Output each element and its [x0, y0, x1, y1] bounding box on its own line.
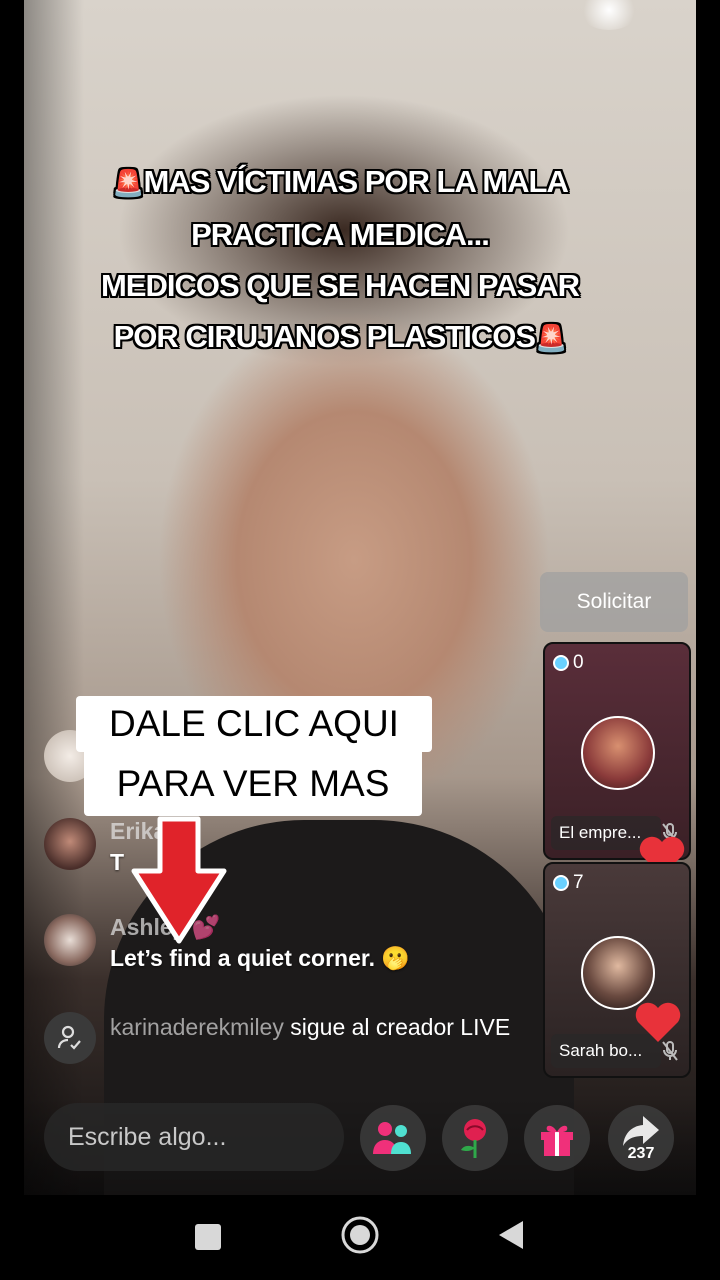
- user-check-icon: [44, 1012, 96, 1064]
- ceiling-light: [579, 0, 639, 30]
- face-emoji-icon: 🫢: [381, 945, 411, 971]
- coin-icon: [553, 875, 569, 891]
- invite-users-button[interactable]: [360, 1105, 426, 1171]
- guest-tile[interactable]: 7 Sarah bo...: [543, 862, 691, 1078]
- back-icon[interactable]: [497, 1219, 525, 1251]
- rose-icon: [461, 1119, 486, 1158]
- request-join-button[interactable]: Solicitar: [540, 572, 688, 632]
- siren-emoji-icon: 🚨: [535, 323, 567, 353]
- system-navigation-bar: [0, 1195, 720, 1280]
- comment-text: Let’s find a quiet corner.: [110, 945, 375, 971]
- gift-icon: [541, 1125, 573, 1156]
- cta-banner: PARA VER MAS: [84, 752, 422, 816]
- avatar: [44, 914, 96, 966]
- gift-button[interactable]: [524, 1105, 590, 1171]
- avatar: [581, 716, 655, 790]
- home-icon[interactable]: [340, 1215, 380, 1255]
- avatar: [581, 936, 655, 1010]
- guest-score: 0: [553, 652, 584, 674]
- arrow-down-icon: [131, 816, 227, 944]
- system-text: sigue al creador LIVE: [290, 1014, 511, 1040]
- siren-emoji-icon: 🚨: [112, 168, 144, 198]
- comment-input[interactable]: Escribe algo...: [44, 1103, 344, 1171]
- share-button[interactable]: 237: [608, 1105, 674, 1171]
- recent-apps-icon[interactable]: [194, 1223, 222, 1251]
- coin-icon: [553, 655, 569, 671]
- guest-score: 7: [553, 872, 584, 894]
- share-count: 237: [627, 1145, 655, 1162]
- rose-gift-button[interactable]: [442, 1105, 508, 1171]
- system-username[interactable]: karinaderekmiley: [110, 1014, 284, 1040]
- cta-banner: DALE CLIC AQUI: [76, 696, 432, 752]
- users-icon: [373, 1122, 411, 1154]
- avatar: [44, 818, 96, 870]
- system-message: karinaderekmiley sigue al creador LIVE: [44, 1012, 540, 1064]
- guest-tile[interactable]: 0 El empre...: [543, 642, 691, 860]
- video-caption-overlay: 🚨MAS VÍCTIMAS POR LA MALA PRACTICA MEDIC…: [100, 164, 580, 354]
- heart-icon: [635, 1002, 681, 1042]
- share-arrow-icon: [623, 1116, 659, 1146]
